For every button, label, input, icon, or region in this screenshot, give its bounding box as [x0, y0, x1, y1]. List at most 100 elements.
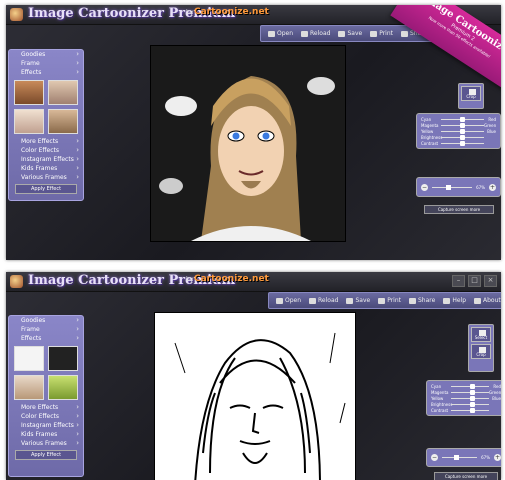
zoom-panel: − 67% +: [426, 448, 501, 467]
effects-panel: Goodies Frame Effects More Effects Color…: [8, 315, 84, 477]
facebook-icon: [401, 30, 408, 37]
color-adjust-panel: Cyan Red Magenta Green Yellow Blue Brightne…: [426, 380, 501, 416]
capture-button[interactable]: Capture screen more: [424, 205, 494, 214]
folder-icon: [268, 30, 275, 37]
zoom-value: 67%: [481, 455, 490, 460]
effect-thumbnails: [9, 343, 83, 403]
zoom-out-button[interactable]: −: [421, 183, 428, 191]
reload-button[interactable]: Reload: [309, 297, 338, 304]
close-button[interactable]: ×: [484, 275, 497, 287]
slider-knob[interactable]: [460, 122, 466, 128]
sketch-portrait-image: [155, 313, 355, 480]
zoom-out-button[interactable]: −: [431, 454, 438, 461]
effect-thumbnail[interactable]: [48, 346, 78, 371]
capture-button[interactable]: Capture screen more: [434, 472, 498, 480]
menu-kids-frames[interactable]: Kids Frames: [9, 430, 83, 439]
info-icon: [474, 297, 482, 304]
printer-icon: [370, 30, 378, 37]
zoom-in-button[interactable]: +: [494, 454, 501, 461]
help-button[interactable]: Help: [443, 297, 466, 304]
menu-color-effects[interactable]: Color Effects: [9, 146, 83, 155]
zoom-value: 67%: [476, 184, 485, 190]
menu-various-frames[interactable]: Various Frames: [9, 439, 83, 448]
app-logo-icon: [10, 8, 23, 21]
image-canvas[interactable]: [154, 312, 356, 480]
menu-more-effects[interactable]: More Effects: [9, 137, 83, 146]
effects-panel: Goodies Frame Effects More Effects Color…: [8, 49, 84, 201]
by-label: by: [186, 9, 194, 16]
screenshot-color-cartoon: Image Cartoonizer Premium by Cartoonize.…: [6, 5, 501, 260]
facebook-icon: [409, 297, 416, 304]
menu-kids-frames[interactable]: Kids Frames: [9, 164, 83, 173]
open-button[interactable]: Open: [276, 297, 301, 304]
maximize-button[interactable]: □: [468, 275, 481, 287]
menu-goodies[interactable]: Goodies: [9, 316, 83, 325]
apply-effect-button[interactable]: Apply Effect: [15, 450, 77, 460]
effect-thumbnail[interactable]: [48, 109, 78, 134]
folder-icon: [276, 297, 283, 304]
menu-frame[interactable]: Frame: [9, 325, 83, 334]
crop-button[interactable]: Crop: [471, 344, 491, 359]
zoom-in-button[interactable]: +: [489, 183, 496, 191]
crop-icon: [479, 347, 486, 353]
cartoon-portrait-image: [151, 46, 345, 241]
menu-effects[interactable]: Effects: [9, 68, 83, 77]
cursor-icon: [479, 330, 486, 336]
help-icon: [443, 297, 451, 304]
brand-name: Cartoonize.net: [194, 274, 269, 284]
slider-knob[interactable]: [470, 383, 475, 389]
reload-button[interactable]: Reload: [301, 30, 330, 37]
zoom-slider-knob[interactable]: [454, 455, 460, 460]
title-bar: Image Cartoonizer Premium by Cartoonize.…: [6, 272, 501, 292]
effect-thumbnail[interactable]: [48, 80, 78, 105]
floppy-icon: [346, 297, 354, 304]
floppy-icon: [338, 30, 346, 37]
adjust-row: Contrast: [421, 140, 496, 146]
open-button[interactable]: Open: [268, 30, 293, 37]
save-button[interactable]: Save: [346, 297, 370, 304]
reload-icon: [301, 30, 309, 37]
app-logo-icon: [10, 275, 23, 288]
effect-thumbnail[interactable]: [14, 80, 44, 105]
effect-thumbnails: [9, 77, 83, 137]
reload-icon: [309, 297, 317, 304]
slider-knob[interactable]: [460, 134, 466, 140]
menu-more-effects[interactable]: More Effects: [9, 403, 83, 412]
slider-knob[interactable]: [460, 116, 466, 122]
effect-thumbnail[interactable]: [14, 109, 44, 134]
slider-knob[interactable]: [460, 140, 466, 146]
apply-effect-button[interactable]: Apply Effect: [15, 184, 77, 194]
share-button[interactable]: Share: [409, 297, 435, 304]
slider-knob[interactable]: [470, 389, 475, 395]
menu-instagram-effects[interactable]: Instagram Effects: [9, 155, 83, 164]
menu-color-effects[interactable]: Color Effects: [9, 412, 83, 421]
save-button[interactable]: Save: [338, 30, 362, 37]
slider-knob[interactable]: [470, 395, 475, 401]
slider-knob[interactable]: [470, 407, 475, 413]
minimize-button[interactable]: –: [452, 275, 465, 287]
menu-instagram-effects[interactable]: Instagram Effects: [9, 421, 83, 430]
menu-frame[interactable]: Frame: [9, 59, 83, 68]
crop-button[interactable]: Crop: [461, 86, 481, 101]
zoom-slider-knob[interactable]: [446, 184, 452, 190]
slider-knob[interactable]: [470, 401, 475, 407]
screenshot-sketch-cartoon: Image Cartoonizer Premium by Cartoonize.…: [6, 272, 501, 480]
menu-effects[interactable]: Effects: [9, 334, 83, 343]
menu-various-frames[interactable]: Various Frames: [9, 173, 83, 182]
tool-strip: Select Crop: [468, 324, 494, 372]
effect-thumbnail[interactable]: [48, 375, 78, 400]
print-button[interactable]: Print: [370, 30, 393, 37]
effect-thumbnail[interactable]: [14, 375, 44, 400]
color-adjust-panel: Cyan Red Magenta Green Yellow Blue Brightne…: [416, 113, 501, 149]
effect-thumbnail[interactable]: [14, 346, 44, 371]
by-label: by: [186, 276, 194, 283]
about-button[interactable]: About: [474, 297, 501, 304]
zoom-panel: − 67% +: [416, 177, 501, 197]
print-button[interactable]: Print: [378, 297, 401, 304]
main-toolbar: Open Reload Save Print Share Help About: [268, 292, 501, 309]
select-button[interactable]: Select: [471, 327, 491, 342]
menu-goodies[interactable]: Goodies: [9, 50, 83, 59]
printer-icon: [378, 297, 386, 304]
slider-knob[interactable]: [460, 128, 466, 134]
image-canvas[interactable]: [150, 45, 346, 242]
